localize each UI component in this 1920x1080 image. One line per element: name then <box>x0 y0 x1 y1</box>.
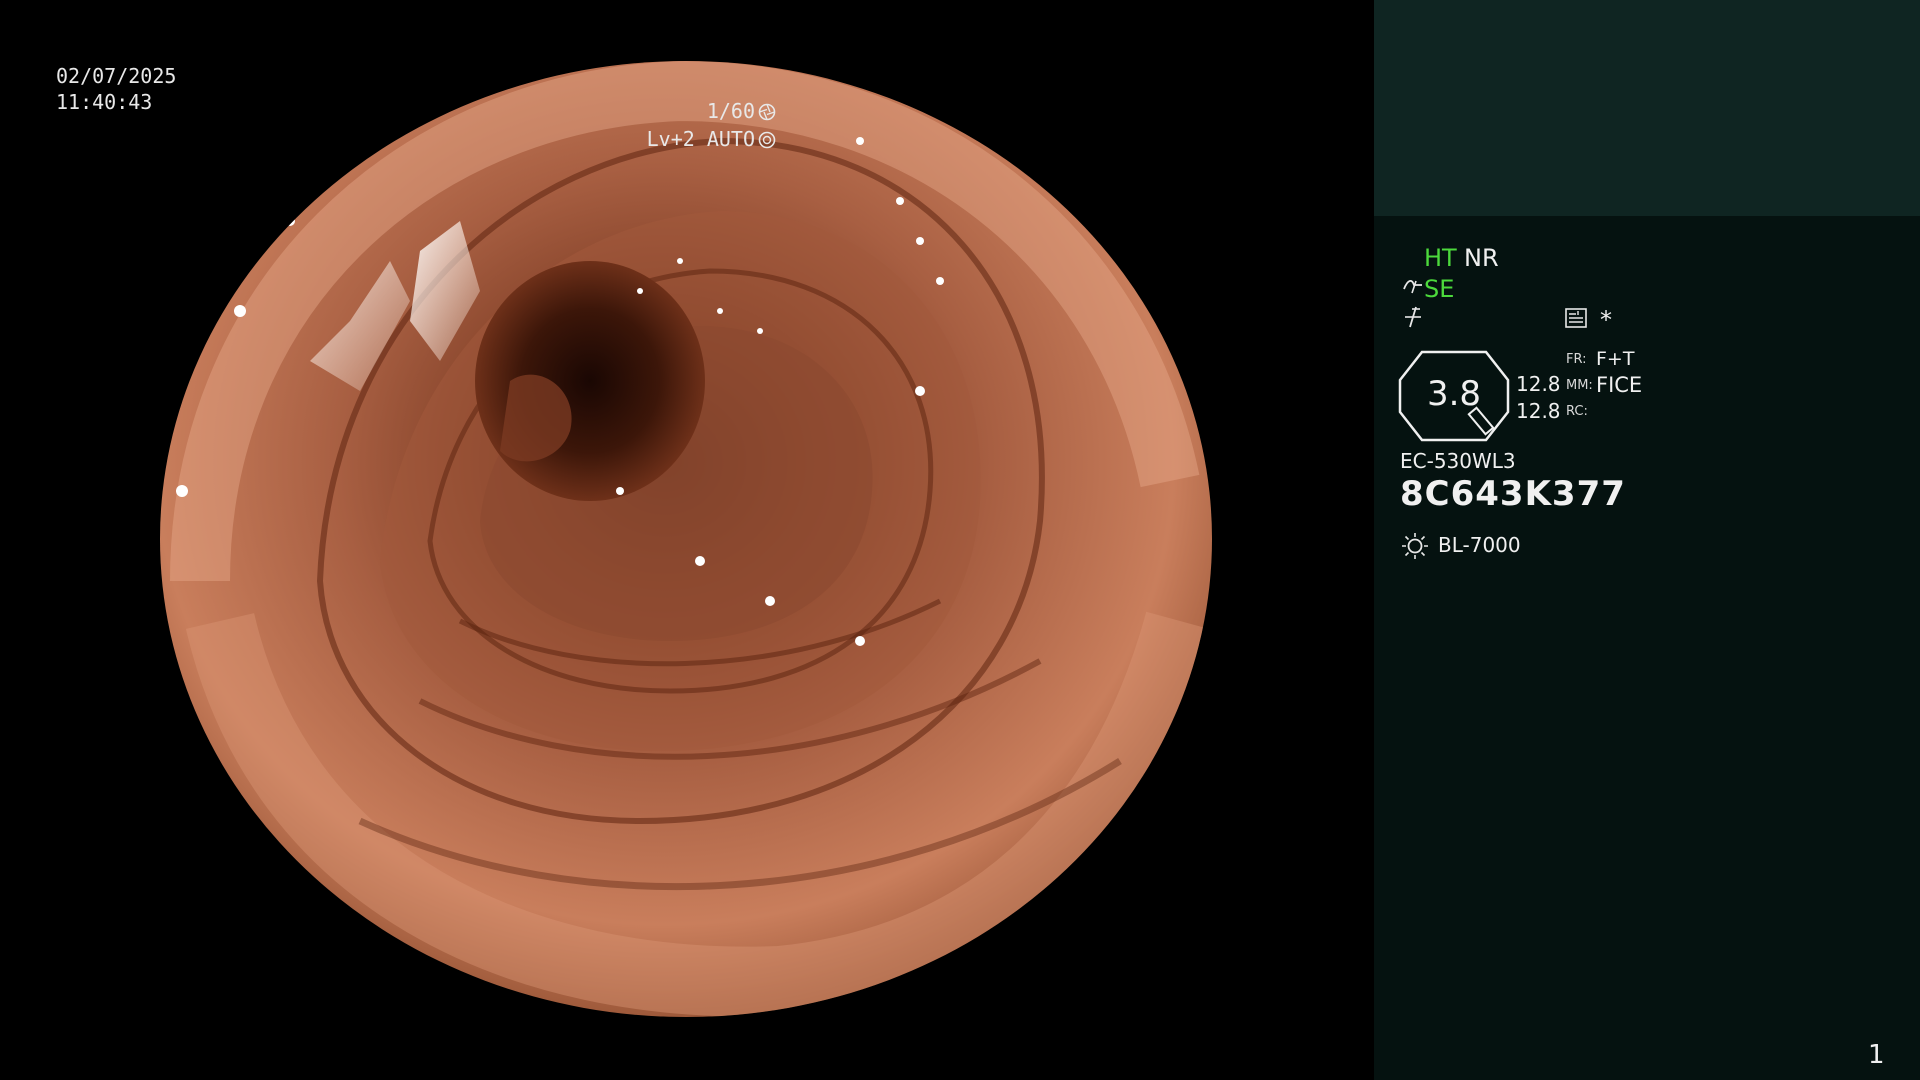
endoscope-view-area: 02/07/2025 11:40:43 1/60 Lv+2 AUTO <box>0 0 1374 1080</box>
shutter-readout: 1/60 <box>707 98 776 124</box>
scope-model: EC-530WL3 <box>1400 449 1516 473</box>
nr-indicator: NR <box>1464 244 1499 272</box>
memory-icon <box>1565 308 1587 328</box>
structure-enhance-icon <box>1403 280 1422 294</box>
time-text: 11:40:43 <box>56 90 153 114</box>
zoom-value: 3.8 <box>1426 374 1482 414</box>
status-panel: HT NR SE * 3.8 12.8 12.8 FR: F+T MM: FIC… <box>1374 0 1920 1080</box>
endoscopic-image <box>160 61 1212 1017</box>
panel-header-block <box>1374 0 1920 216</box>
star-indicator: * <box>1600 306 1612 334</box>
signal-icon <box>1405 306 1421 328</box>
exposure-level-readout: Lv+2 AUTO <box>647 126 776 152</box>
se-indicator: SE <box>1424 275 1455 303</box>
shutter-text: 1/60 <box>706 99 755 123</box>
mm-label: MM: <box>1566 378 1593 393</box>
fr-label: FR: <box>1566 352 1587 367</box>
fr-value: F+T <box>1596 348 1635 370</box>
readout-value-1: 12.8 <box>1516 372 1561 396</box>
date-time-readout: 02/07/2025 11:40:43 <box>56 63 176 115</box>
shutter-aperture-icon <box>758 103 776 121</box>
readout-value-2: 12.8 <box>1516 399 1561 423</box>
level-text: Lv+2 AUTO <box>646 127 755 151</box>
mm-value: FICE <box>1596 373 1643 397</box>
ht-indicator: HT <box>1424 244 1457 272</box>
auto-iris-icon <box>758 131 776 149</box>
colon-lumen-image <box>160 61 1212 1017</box>
image-number: 1 <box>1868 1040 1885 1070</box>
scope-serial: 8C643K377 <box>1400 474 1626 514</box>
rc-label: RC: <box>1566 404 1588 419</box>
date-text: 02/07/2025 <box>56 64 177 88</box>
light-source-icon <box>1402 533 1428 559</box>
light-source-model: BL-7000 <box>1438 533 1521 557</box>
